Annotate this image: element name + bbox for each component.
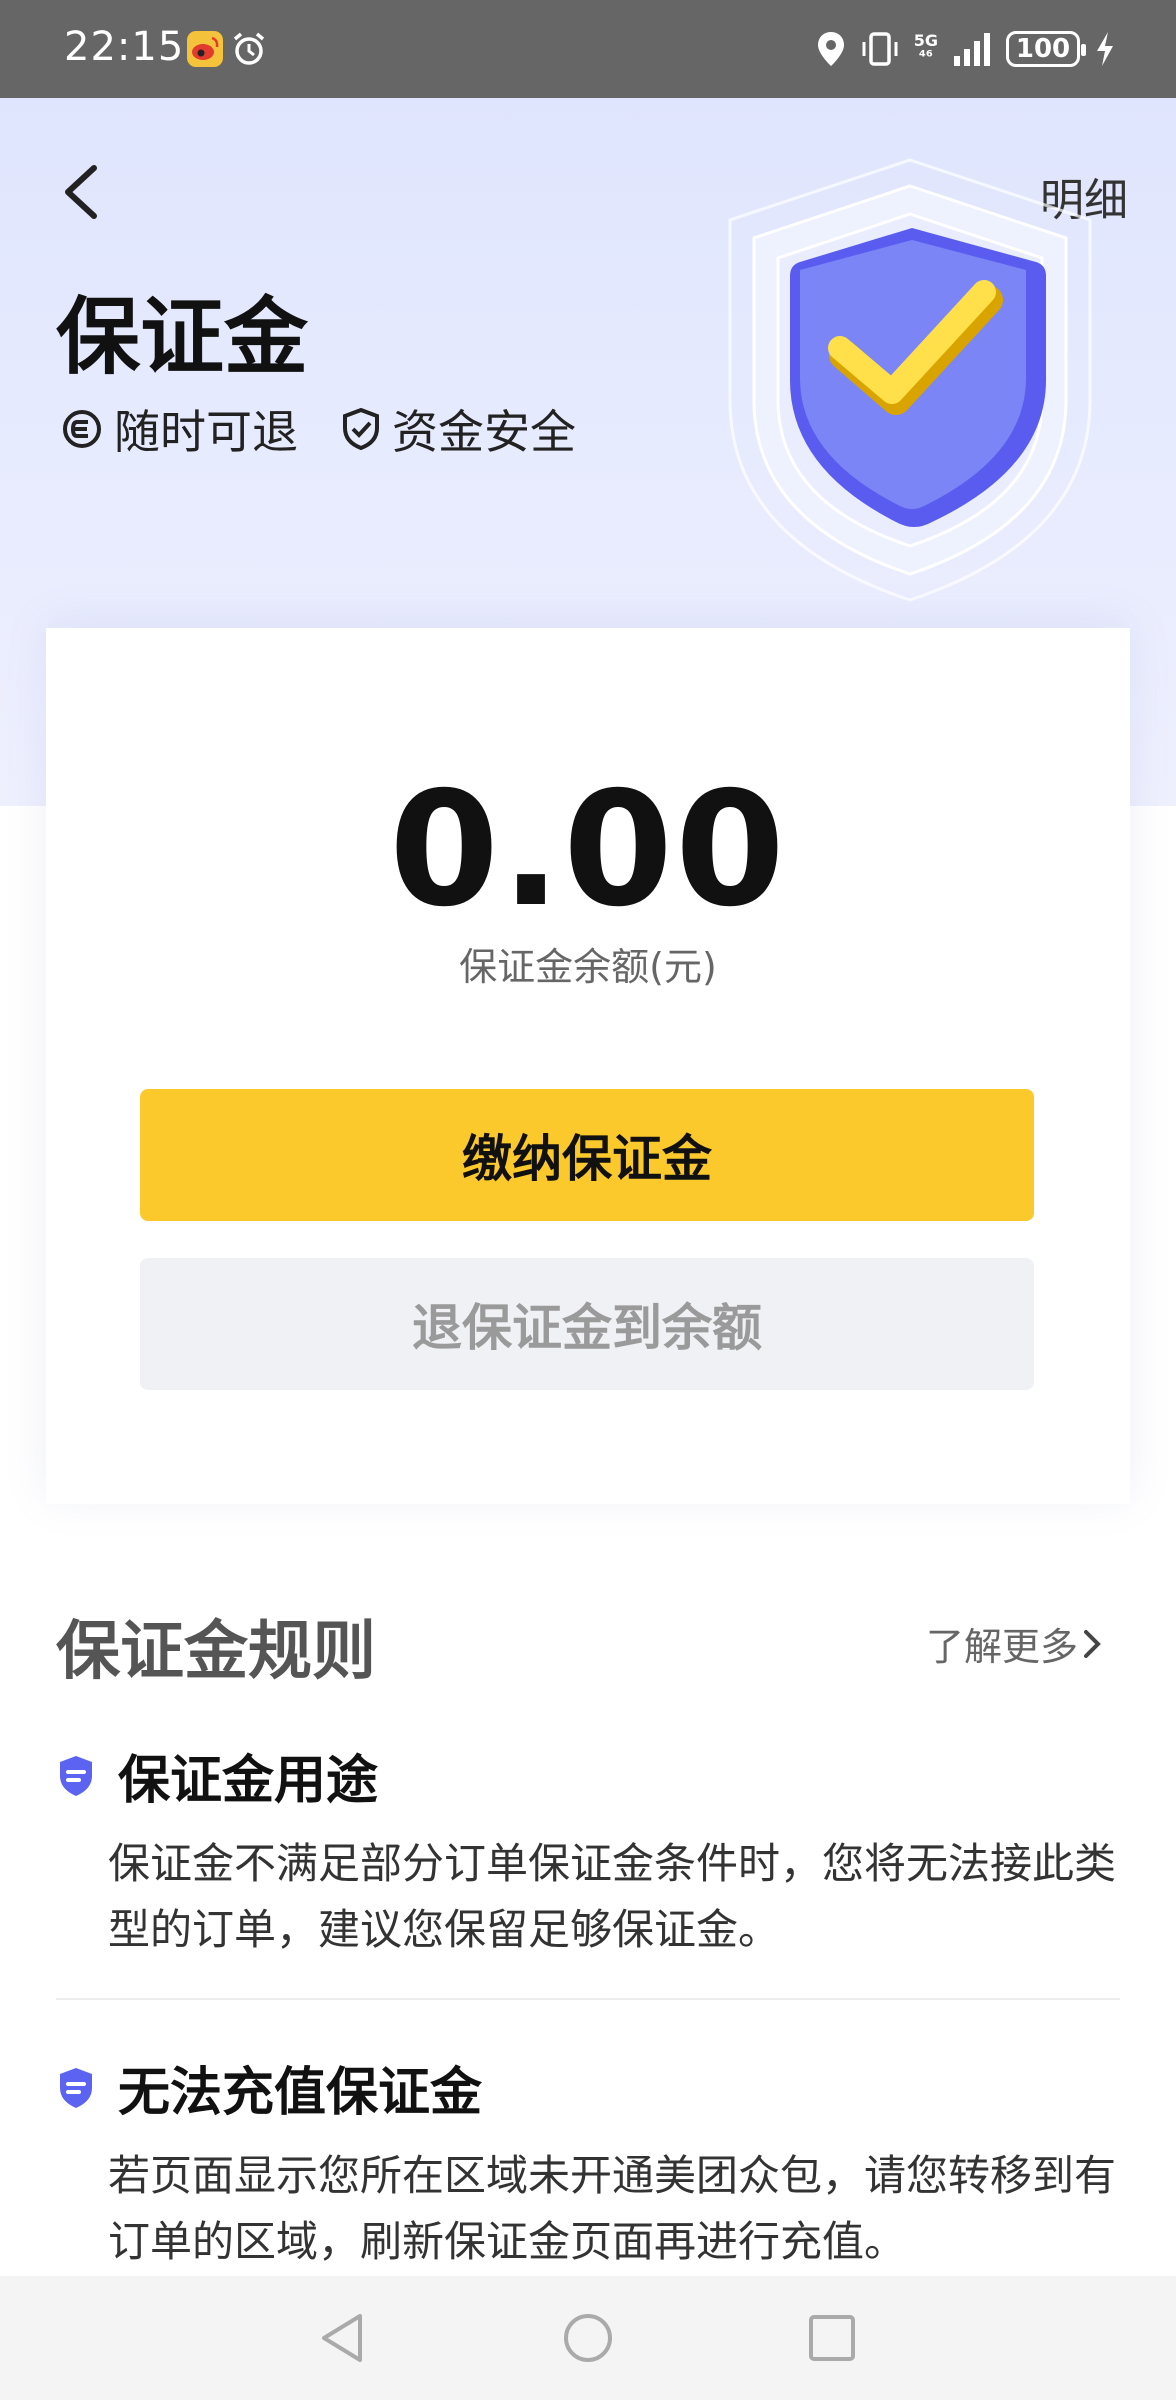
refund-deposit-button[interactable]: 退保证金到余额 xyxy=(140,1258,1034,1390)
rule-shield-icon xyxy=(60,2067,92,2108)
rule-title: 无法充值保证金 xyxy=(118,2063,483,2123)
learn-more-label: 了解更多 xyxy=(925,1625,1078,1669)
charging-icon xyxy=(1097,32,1113,66)
rules-title: 保证金规则 xyxy=(56,1615,376,1689)
location-icon xyxy=(817,32,844,66)
status-right: 5G ⁴⁶ 100 xyxy=(816,28,1116,70)
status-time: 22:15 xyxy=(64,24,185,70)
nav-home-icon[interactable] xyxy=(560,2310,616,2366)
feature-safe-label: 资金安全 xyxy=(392,405,576,459)
status-bar: 22:15 5G ⁴⁶ 100 xyxy=(0,0,1176,98)
feature-list: 随时可退 资金安全 xyxy=(60,396,576,462)
rule-item: 无法充值保证金 若页面显示您所在区域未开通美团众包，请您转移到有订单的区域，刷新… xyxy=(56,2050,1120,2275)
balance-card: 0.00 保证金余额(元) 缴纳保证金 退保证金到余额 xyxy=(46,628,1130,1504)
network-type: 5G ⁴⁶ xyxy=(913,31,938,66)
weibo-icon xyxy=(187,31,223,67)
rule-item: 保证金用途 保证金不满足部分订单保证金条件时，您将无法接此类型的订单，建议您保留… xyxy=(56,1738,1120,1963)
learn-more-link[interactable]: 了解更多 xyxy=(926,1616,1106,1671)
vibrate-icon xyxy=(862,32,898,66)
feature-safe: 资金安全 xyxy=(340,396,576,462)
back-button[interactable] xyxy=(54,160,110,224)
rule-body: 若页面显示您所在区域未开通美团众包，请您转移到有订单的区域，刷新保证金页面再进行… xyxy=(108,2151,1117,2266)
refund-icon xyxy=(63,410,101,448)
balance-amount: 0.00 xyxy=(389,758,787,942)
rule-title: 保证金用途 xyxy=(118,1751,379,1811)
page-title: 保证金 xyxy=(56,288,309,386)
feature-refund-label: 随时可退 xyxy=(114,405,298,459)
nav-back-icon[interactable] xyxy=(316,2310,372,2366)
shield-illustration-icon xyxy=(728,158,1092,602)
pay-deposit-button[interactable]: 缴纳保证金 xyxy=(140,1089,1034,1221)
shield-check-icon xyxy=(343,407,379,451)
system-nav-bar xyxy=(0,2276,1176,2400)
signal-icon xyxy=(954,33,990,66)
rule-shield-icon xyxy=(60,1755,92,1796)
rule-body: 保证金不满足部分订单保证金条件时，您将无法接此类型的订单，建议您保留足够保证金。 xyxy=(108,1839,1117,1954)
alarm-icon xyxy=(233,32,265,65)
battery-indicator: 100 xyxy=(1006,31,1086,67)
feature-refund: 随时可退 xyxy=(60,396,298,462)
chevron-right-icon xyxy=(1084,1629,1101,1658)
nav-recents-icon[interactable] xyxy=(804,2310,860,2366)
divider xyxy=(56,1998,1120,2000)
balance-label: 保证金余额(元) xyxy=(459,945,717,989)
